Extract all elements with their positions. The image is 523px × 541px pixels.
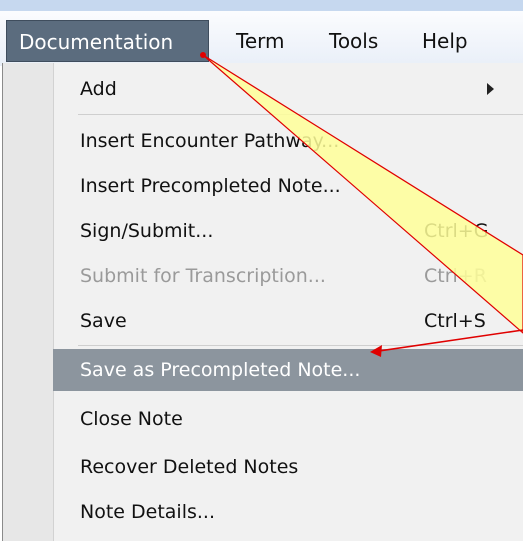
menu-item-label: Insert Encounter Pathway... bbox=[80, 130, 340, 152]
menu-item-label: Note Details... bbox=[80, 501, 216, 523]
menu-item-save[interactable]: Save Ctrl+S bbox=[53, 300, 523, 342]
menu-item-submit-for-transcription: Submit for Transcription... Ctrl+R bbox=[53, 255, 523, 297]
menu-icon-gutter bbox=[3, 63, 54, 541]
menu-item-label: Insert Precompleted Note... bbox=[80, 175, 341, 197]
menu-separator bbox=[78, 114, 523, 115]
menu-item-save-as-precompleted-note[interactable]: Save as Precompleted Note... bbox=[53, 349, 523, 391]
menu-item-shortcut: Ctrl+S bbox=[424, 310, 486, 332]
menu-item-note-details[interactable]: Note Details... bbox=[53, 491, 523, 533]
menu-item-add[interactable]: Add bbox=[53, 68, 523, 110]
menu-documentation[interactable]: Documentation bbox=[6, 20, 209, 62]
documentation-dropdown-menu: Add Insert Encounter Pathway... Insert P… bbox=[2, 63, 523, 541]
menu-tools[interactable]: Tools bbox=[329, 20, 378, 62]
menu-separator bbox=[78, 345, 523, 346]
menu-item-recover-deleted-notes[interactable]: Recover Deleted Notes bbox=[53, 446, 523, 488]
menu-item-shortcut: Ctrl+R bbox=[424, 265, 487, 287]
menu-item-label: Close Note bbox=[80, 408, 183, 430]
menu-item-insert-encounter-pathway[interactable]: Insert Encounter Pathway... bbox=[53, 120, 523, 162]
submenu-arrow-icon bbox=[487, 83, 494, 95]
menu-item-insert-precompleted-note[interactable]: Insert Precompleted Note... bbox=[53, 165, 523, 207]
menu-bar: Documentation Term Tools Help bbox=[0, 11, 523, 66]
menu-item-label: Save bbox=[80, 310, 127, 332]
window-title-strip bbox=[0, 0, 523, 11]
menu-item-label: Recover Deleted Notes bbox=[80, 456, 299, 478]
menu-item-label: Sign/Submit... bbox=[80, 220, 214, 242]
menu-term[interactable]: Term bbox=[236, 20, 284, 62]
menu-item-label: Add bbox=[80, 78, 117, 100]
menu-item-sign-submit[interactable]: Sign/Submit... Ctrl+G bbox=[53, 210, 523, 252]
menu-item-label: Save as Precompleted Note... bbox=[80, 359, 361, 381]
menu-item-shortcut: Ctrl+G bbox=[424, 220, 489, 242]
menu-help[interactable]: Help bbox=[422, 20, 468, 62]
menu-item-label: Submit for Transcription... bbox=[80, 265, 326, 287]
menu-item-close-note[interactable]: Close Note bbox=[53, 398, 523, 440]
